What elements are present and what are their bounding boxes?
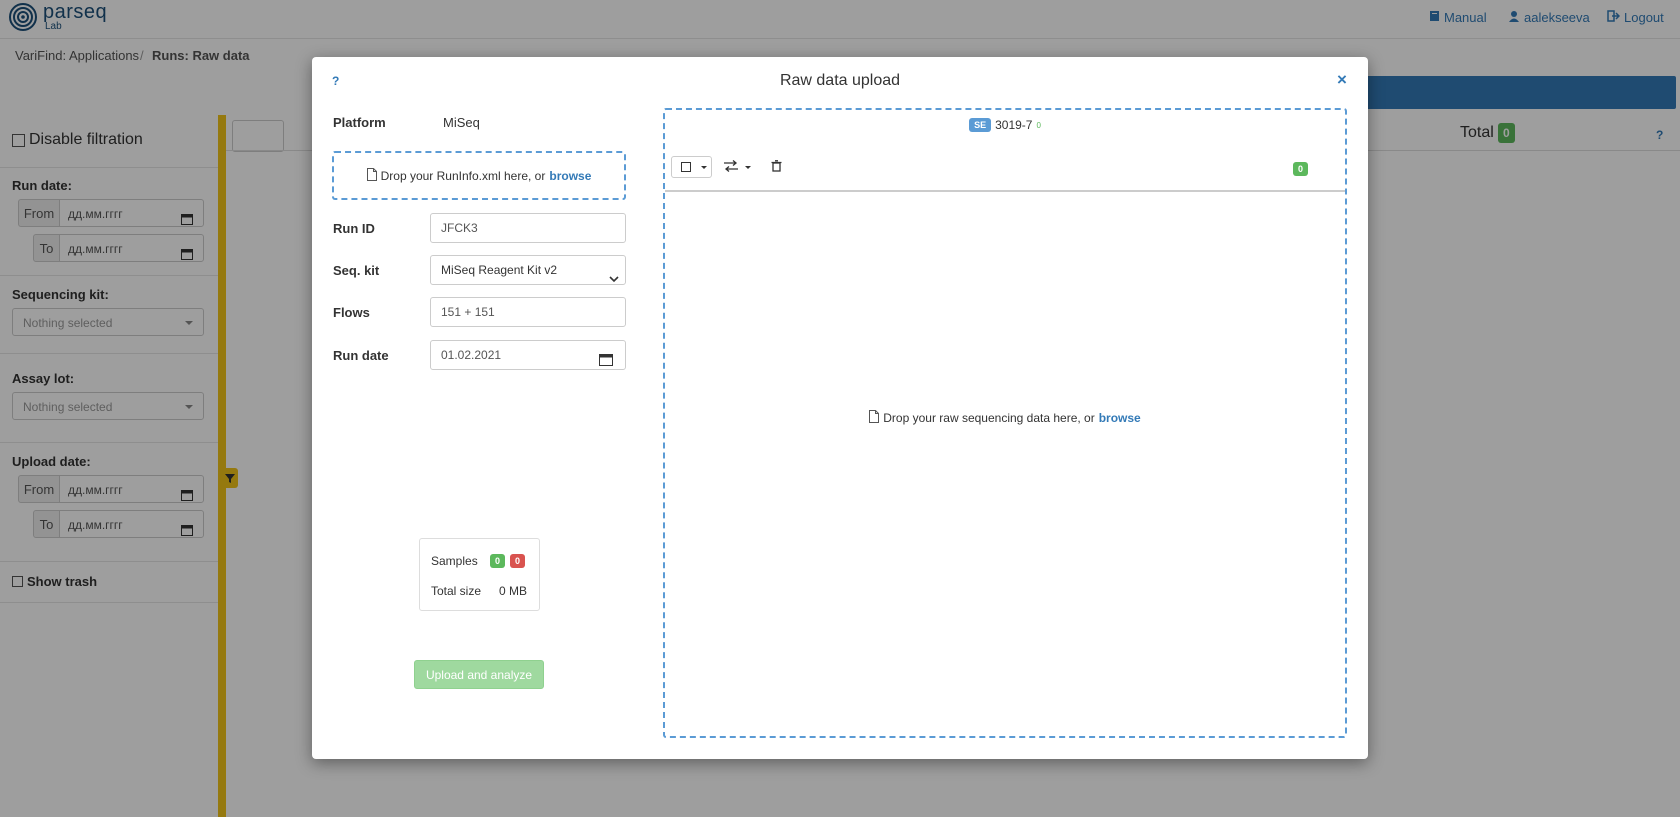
upload-and-analyze-button[interactable]: Upload and analyze xyxy=(414,660,544,689)
swap-arrows-icon xyxy=(723,160,743,175)
raw-data-drop-prompt: Drop your raw sequencing data here, or b… xyxy=(665,410,1345,426)
runinfo-browse-link[interactable]: browse xyxy=(549,169,591,183)
calendar-icon[interactable] xyxy=(599,348,613,376)
run-id-input[interactable]: JFCK3 xyxy=(430,213,626,243)
run-tag: SE 3019-7 0 xyxy=(665,118,1345,132)
run-date-value: 01.02.2021 xyxy=(441,348,502,362)
samples-label: Samples xyxy=(431,554,478,568)
trash-icon[interactable] xyxy=(771,160,782,175)
chevron-down-icon xyxy=(701,166,707,169)
close-icon[interactable]: × xyxy=(1337,70,1347,90)
se-badge: SE xyxy=(969,118,992,132)
seq-kit-label: Seq. kit xyxy=(333,263,380,278)
chevron-down-icon xyxy=(609,265,619,293)
total-size-label: Total size xyxy=(431,584,482,598)
platform-label: Platform xyxy=(333,115,386,130)
modal-title: Raw data upload xyxy=(779,72,901,89)
run-tag-label: 3019-7 xyxy=(995,118,1033,132)
raw-data-dropzone[interactable]: SE 3019-7 0 0 Drop your raw sequencing d… xyxy=(663,108,1347,738)
sort-dropdown[interactable] xyxy=(723,160,751,175)
run-id-label: Run ID xyxy=(333,221,375,236)
file-icon xyxy=(366,167,377,184)
samples-error-badge: 0 xyxy=(510,554,526,568)
select-all-dropdown[interactable] xyxy=(671,156,712,178)
raw-browse-link[interactable]: browse xyxy=(1099,411,1141,425)
raw-data-upload-modal: ? Raw data upload × Platform MiSeq Drop … xyxy=(312,57,1368,759)
seq-kit-selected-value: MiSeq Reagent Kit v2 xyxy=(441,263,558,277)
runinfo-dropzone[interactable]: Drop your RunInfo.xml here, or browse xyxy=(332,151,626,200)
file-icon xyxy=(869,410,880,426)
seq-kit-select[interactable]: MiSeq Reagent Kit v2 xyxy=(430,255,626,285)
toolbar-divider xyxy=(665,190,1345,192)
samples-summary-box: Samples 0 0 Total size 0 MB xyxy=(419,538,540,611)
run-date-label: Run date xyxy=(333,348,389,363)
flows-input[interactable]: 151 + 151 xyxy=(430,297,626,327)
runinfo-drop-text: Drop your RunInfo.xml here, or xyxy=(380,168,546,183)
checkbox-icon xyxy=(681,162,691,172)
flows-label: Flows xyxy=(333,305,370,320)
run-tag-count: 0 xyxy=(1036,120,1041,130)
raw-drop-text: Drop your raw sequencing data here, or xyxy=(883,411,1095,425)
samples-ok-badge: 0 xyxy=(490,554,506,568)
chevron-down-icon xyxy=(744,166,751,169)
file-count-badge: 0 xyxy=(1293,162,1309,176)
platform-value: MiSeq xyxy=(443,115,480,130)
run-date-input[interactable]: 01.02.2021 xyxy=(430,340,626,370)
total-size-value: 0 MB xyxy=(499,584,528,598)
